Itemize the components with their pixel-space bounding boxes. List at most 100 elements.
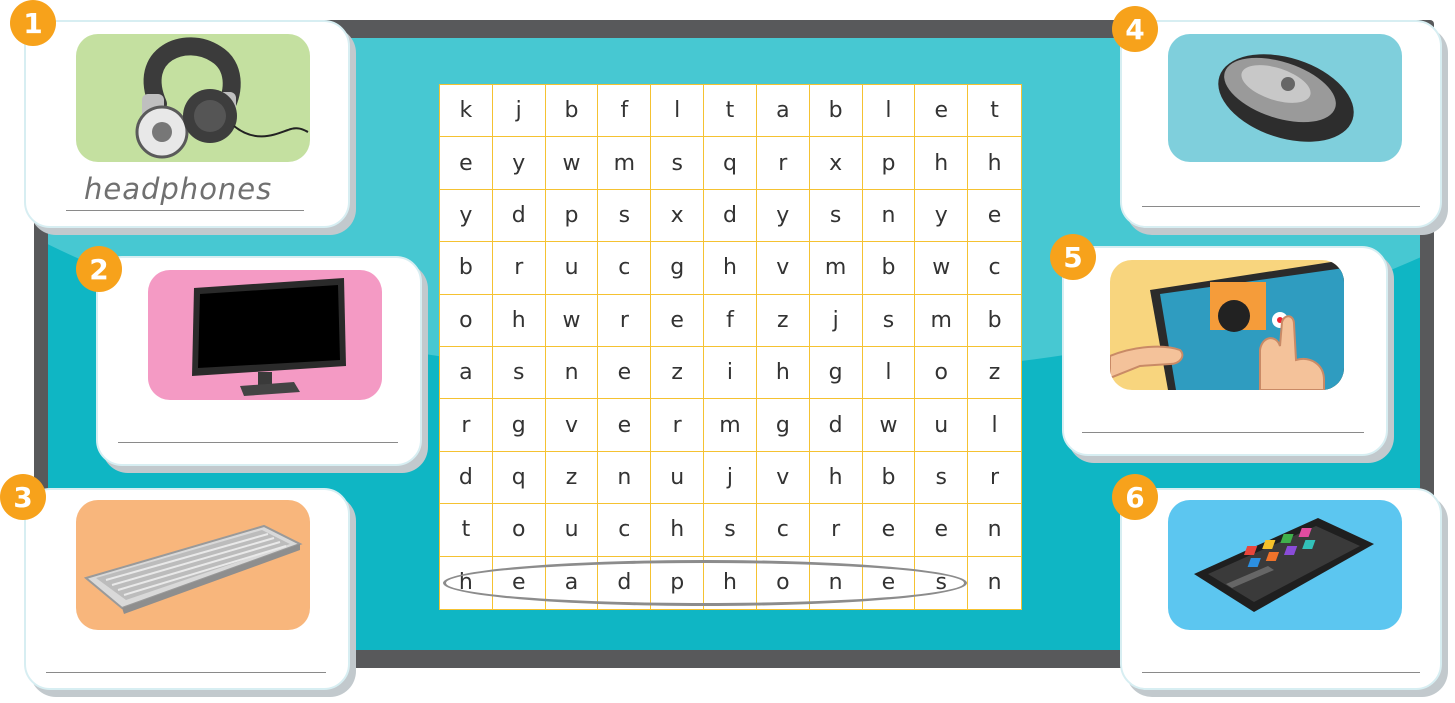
grid-cell[interactable]: e xyxy=(862,504,916,557)
grid-cell[interactable]: c xyxy=(968,242,1021,295)
grid-cell[interactable]: q xyxy=(492,451,546,505)
grid-cell[interactable]: e xyxy=(598,399,652,452)
grid-cell[interactable]: e xyxy=(915,504,969,557)
grid-cell[interactable]: g xyxy=(492,399,546,452)
grid-cell[interactable]: m xyxy=(809,242,863,295)
grid-cell[interactable]: r xyxy=(651,399,705,452)
grid-cell[interactable]: z xyxy=(545,451,599,505)
grid-cell[interactable]: y xyxy=(492,137,546,190)
grid-cell[interactable]: r xyxy=(598,294,652,347)
grid-cell[interactable]: i xyxy=(704,347,757,400)
grid-cell[interactable]: d xyxy=(492,189,546,243)
grid-cell[interactable]: h xyxy=(704,242,757,295)
grid-cell[interactable]: t xyxy=(968,85,1021,138)
grid-cell[interactable]: o xyxy=(492,504,546,557)
grid-cell[interactable]: p xyxy=(862,137,916,190)
grid-cell[interactable]: r xyxy=(440,399,493,452)
grid-cell[interactable]: b xyxy=(862,451,916,505)
grid-cell[interactable]: h xyxy=(968,137,1021,190)
grid-cell[interactable]: m xyxy=(704,399,757,452)
grid-cell[interactable]: b xyxy=(862,242,916,295)
grid-cell[interactable]: f xyxy=(598,85,652,138)
grid-cell[interactable]: a xyxy=(440,347,493,400)
grid-cell[interactable]: s xyxy=(809,189,863,243)
grid-cell[interactable]: p xyxy=(545,189,599,243)
grid-cell[interactable]: s xyxy=(598,189,652,243)
grid-cell[interactable]: r xyxy=(809,504,863,557)
grid-cell[interactable]: u xyxy=(545,504,599,557)
grid-cell[interactable]: l xyxy=(651,85,705,138)
grid-cell[interactable]: h xyxy=(492,294,546,347)
grid-cell[interactable]: h xyxy=(915,137,969,190)
grid-cell[interactable]: z xyxy=(968,347,1021,400)
grid-cell[interactable]: a xyxy=(756,85,810,138)
grid-cell[interactable]: h xyxy=(809,451,863,505)
grid-cell[interactable]: o xyxy=(440,294,493,347)
grid-cell[interactable]: y xyxy=(915,189,969,243)
grid-cell[interactable]: g xyxy=(756,399,810,452)
grid-cell[interactable]: e xyxy=(598,347,652,400)
grid-cell[interactable]: x xyxy=(809,137,863,190)
grid-cell[interactable]: u xyxy=(651,451,705,505)
grid-cell[interactable]: h xyxy=(651,504,705,557)
grid-cell[interactable]: w xyxy=(545,137,599,190)
grid-cell[interactable]: t xyxy=(440,504,493,557)
grid-cell[interactable]: w xyxy=(545,294,599,347)
grid-cell[interactable]: g xyxy=(651,242,705,295)
grid-cell[interactable]: c xyxy=(598,504,652,557)
grid-cell[interactable]: j xyxy=(809,294,863,347)
grid-cell[interactable]: s xyxy=(915,451,969,505)
grid-cell[interactable]: b xyxy=(809,85,863,138)
grid-cell[interactable]: e xyxy=(651,294,705,347)
grid-cell[interactable]: b xyxy=(545,85,599,138)
grid-cell[interactable]: u xyxy=(915,399,969,452)
grid-cell[interactable]: c xyxy=(598,242,652,295)
grid-cell[interactable]: l xyxy=(862,347,916,400)
grid-cell[interactable]: d xyxy=(704,189,757,243)
grid-cell[interactable]: e xyxy=(440,137,493,190)
grid-cell[interactable]: o xyxy=(915,347,969,400)
grid-cell[interactable]: b xyxy=(968,295,1021,347)
grid-cell[interactable]: m xyxy=(598,137,652,190)
grid-cell[interactable]: f xyxy=(704,294,757,347)
grid-cell[interactable]: n xyxy=(862,189,916,243)
grid-cell[interactable]: g xyxy=(809,347,863,400)
grid-cell[interactable]: v xyxy=(756,242,810,295)
grid-cell[interactable]: r xyxy=(756,137,810,190)
grid-cell[interactable]: l xyxy=(968,399,1021,452)
grid-cell[interactable]: d xyxy=(440,451,493,505)
grid-cell[interactable]: n xyxy=(545,347,599,400)
grid-cell[interactable]: c xyxy=(756,504,810,557)
grid-cell[interactable]: t xyxy=(704,85,757,138)
grid-cell[interactable]: v xyxy=(756,451,810,505)
grid-cell[interactable]: w xyxy=(862,399,916,452)
grid-cell[interactable]: n xyxy=(968,557,1021,609)
grid-cell[interactable]: y xyxy=(440,189,493,243)
grid-cell[interactable]: n xyxy=(598,451,652,505)
grid-cell[interactable]: n xyxy=(968,504,1021,557)
grid-cell[interactable]: z xyxy=(651,347,705,400)
grid-cell[interactable]: l xyxy=(862,85,916,138)
grid-cell[interactable]: d xyxy=(809,399,863,452)
grid-cell[interactable]: m xyxy=(915,294,969,347)
grid-cell[interactable]: s xyxy=(651,137,705,190)
grid-cell[interactable]: j xyxy=(704,451,757,505)
grid-cell[interactable]: v xyxy=(545,399,599,452)
grid-cell[interactable]: b xyxy=(440,242,493,295)
grid-cell[interactable]: k xyxy=(440,85,493,138)
grid-cell[interactable]: y xyxy=(756,189,810,243)
grid-cell[interactable]: s xyxy=(704,504,757,557)
grid-cell[interactable]: w xyxy=(915,242,969,295)
grid-cell[interactable]: e xyxy=(915,85,969,138)
grid-cell[interactable]: r xyxy=(968,452,1021,505)
grid-cell[interactable]: e xyxy=(968,190,1021,243)
grid-cell[interactable]: x xyxy=(651,189,705,243)
grid-cell[interactable]: r xyxy=(492,242,546,295)
grid-cell[interactable]: u xyxy=(545,242,599,295)
grid-cell[interactable]: s xyxy=(492,347,546,400)
grid-cell[interactable]: s xyxy=(862,294,916,347)
grid-cell[interactable]: q xyxy=(704,137,757,190)
grid-cell[interactable]: z xyxy=(756,294,810,347)
grid-cell[interactable]: h xyxy=(756,347,810,400)
grid-cell[interactable]: j xyxy=(492,85,546,138)
